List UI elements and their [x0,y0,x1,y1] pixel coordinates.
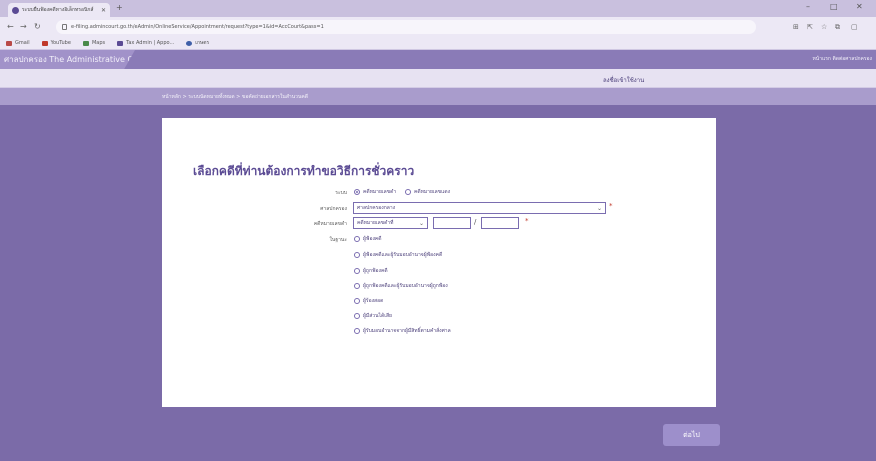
url-field[interactable]: e-filing.admincourt.go.th/eAdmin/OnlineS… [56,20,756,34]
breadcrumb-bar: หน้าหลัก > ระบบนัดหมายทั้งหมด > ขอคัดถ่า… [0,88,876,105]
radio-role-defendant-proxy[interactable]: ผู้ถูกฟ้องคดีและผู้รับมอบอำนาจผู้ถูกฟ้อง [354,282,448,290]
maps-icon [82,40,89,46]
radio-empty-icon [354,268,360,274]
site-logo[interactable]: ศาลปกครอง The Administrative Court [0,50,135,69]
court-select[interactable]: ศาลปกครองกลาง ⌄ [353,202,606,214]
login-link[interactable]: ลงชื่อเข้าใช้งาน [603,75,644,85]
browser-tab[interactable]: ระบบยื่นฟ้องคดีทางอิเล็กทรอนิกส์ ✕ [8,3,110,17]
forward-icon[interactable]: → [20,21,27,32]
bookmark-gmail[interactable]: Gmail [6,40,30,46]
slash-separator: / [474,218,477,226]
case-number-label: คดีหมายเลขดำ [313,221,347,227]
share-icon[interactable]: ⇱ [807,22,813,32]
required-mark: * [525,217,529,225]
radio-empty-icon [405,189,411,195]
role-label: ในฐานะ [329,237,347,243]
globe-icon [186,40,193,46]
new-tab-icon[interactable]: + [116,3,123,13]
court-label: ศาลปกครอง [320,206,347,212]
radio-black-case[interactable]: คดีหมายเลขดำ [354,188,396,196]
chevron-down-icon: ⌄ [418,219,424,227]
radio-empty-icon [354,328,360,334]
youtube-icon [41,40,48,46]
radio-role-court-authorized-proxy[interactable]: ผู้รับมอบอำนาจจากผู้มีสิทธิ์ตามคำสั่งศาล [354,327,451,335]
site-header: ศาลปกครอง The Administrative Court หน้าแ… [0,50,876,69]
case-prefix-select[interactable]: คดีหมายเลขดำที่ ⌄ [353,217,428,229]
close-window-icon[interactable]: ✕ [856,2,863,12]
radio-empty-icon [354,313,360,319]
bookmark-star-icon[interactable]: ☆ [821,22,827,32]
required-mark: * [609,202,613,210]
lock-icon [62,24,67,30]
radio-role-interested-party[interactable]: ผู้มีส่วนได้เสีย [354,312,392,320]
radio-role-intervenor[interactable]: ผู้ร้องสอด [354,297,383,305]
back-icon[interactable]: ← [7,21,14,32]
breadcrumb[interactable]: หน้าหลัก > ระบบนัดหมายทั้งหมด > ขอคัดถ่า… [162,93,308,101]
case-year-input[interactable] [481,217,519,229]
case-type-label: ระบบ [335,190,347,196]
bookmark-kaset[interactable]: เกษตร [186,39,209,47]
case-number-input[interactable] [433,217,471,229]
brand-text: ศาลปกครอง The Administrative Court [4,55,150,64]
translate-icon[interactable]: ⊞ [793,22,799,32]
radio-empty-icon [354,298,360,304]
bookmark-youtube[interactable]: YouTube [41,40,71,46]
site-favicon-icon [12,6,19,14]
browser-tab-strip: ระบบยื่นฟ้องคดีทางอิเล็กทรอนิกส์ ✕ + – □… [0,0,876,17]
link-icon [117,40,124,46]
next-button[interactable]: ต่อไป [663,424,720,446]
radio-role-plaintiff[interactable]: ผู้ฟ้องคดี [354,235,382,243]
case-selection-card: เลือกคดีที่ท่านต้องการทำขอวิธีการชั่วครา… [162,118,716,407]
close-tab-icon[interactable]: ✕ [101,7,106,14]
radio-red-case[interactable]: คดีหมายเลขแดง [405,188,450,196]
radio-role-plaintiff-proxy[interactable]: ผู้ฟ้องคดีและผู้รับมอบอำนาจผู้ฟ้องคดี [354,251,442,259]
sub-header: ลงชื่อเข้าใช้งาน [0,69,876,88]
gmail-icon [6,40,12,46]
minimize-icon[interactable]: – [806,2,810,12]
bookmarks-bar: Gmail YouTube Maps Tax Admin | Appo... เ… [0,37,876,50]
radio-selected-icon [354,189,360,195]
url-text: e-filing.admincourt.go.th/eAdmin/OnlineS… [71,24,324,30]
chevron-down-icon: ⌄ [596,204,602,212]
radio-empty-icon [354,252,360,258]
radio-role-defendant[interactable]: ผู้ถูกฟ้องคดี [354,267,388,275]
header-links[interactable]: หน้าแรก ติดต่อศาลปกครอง [812,55,872,63]
radio-empty-icon [354,283,360,289]
bookmark-tax-admin[interactable]: Tax Admin | Appo... [117,40,174,46]
extensions-icon[interactable]: ⧉ [835,22,840,32]
maximize-icon[interactable]: □ [830,2,838,12]
tab-title: ระบบยื่นฟ้องคดีทางอิเล็กทรอนิกส์ [22,7,94,13]
bookmark-maps[interactable]: Maps [82,40,105,46]
sidepanel-icon[interactable]: ▢ [851,22,858,32]
reload-icon[interactable]: ↻ [34,21,41,32]
radio-empty-icon [354,236,360,242]
address-bar: ← → ↻ e-filing.admincourt.go.th/eAdmin/O… [0,17,876,37]
page-title: เลือกคดีที่ท่านต้องการทำขอวิธีการชั่วครา… [193,164,415,178]
